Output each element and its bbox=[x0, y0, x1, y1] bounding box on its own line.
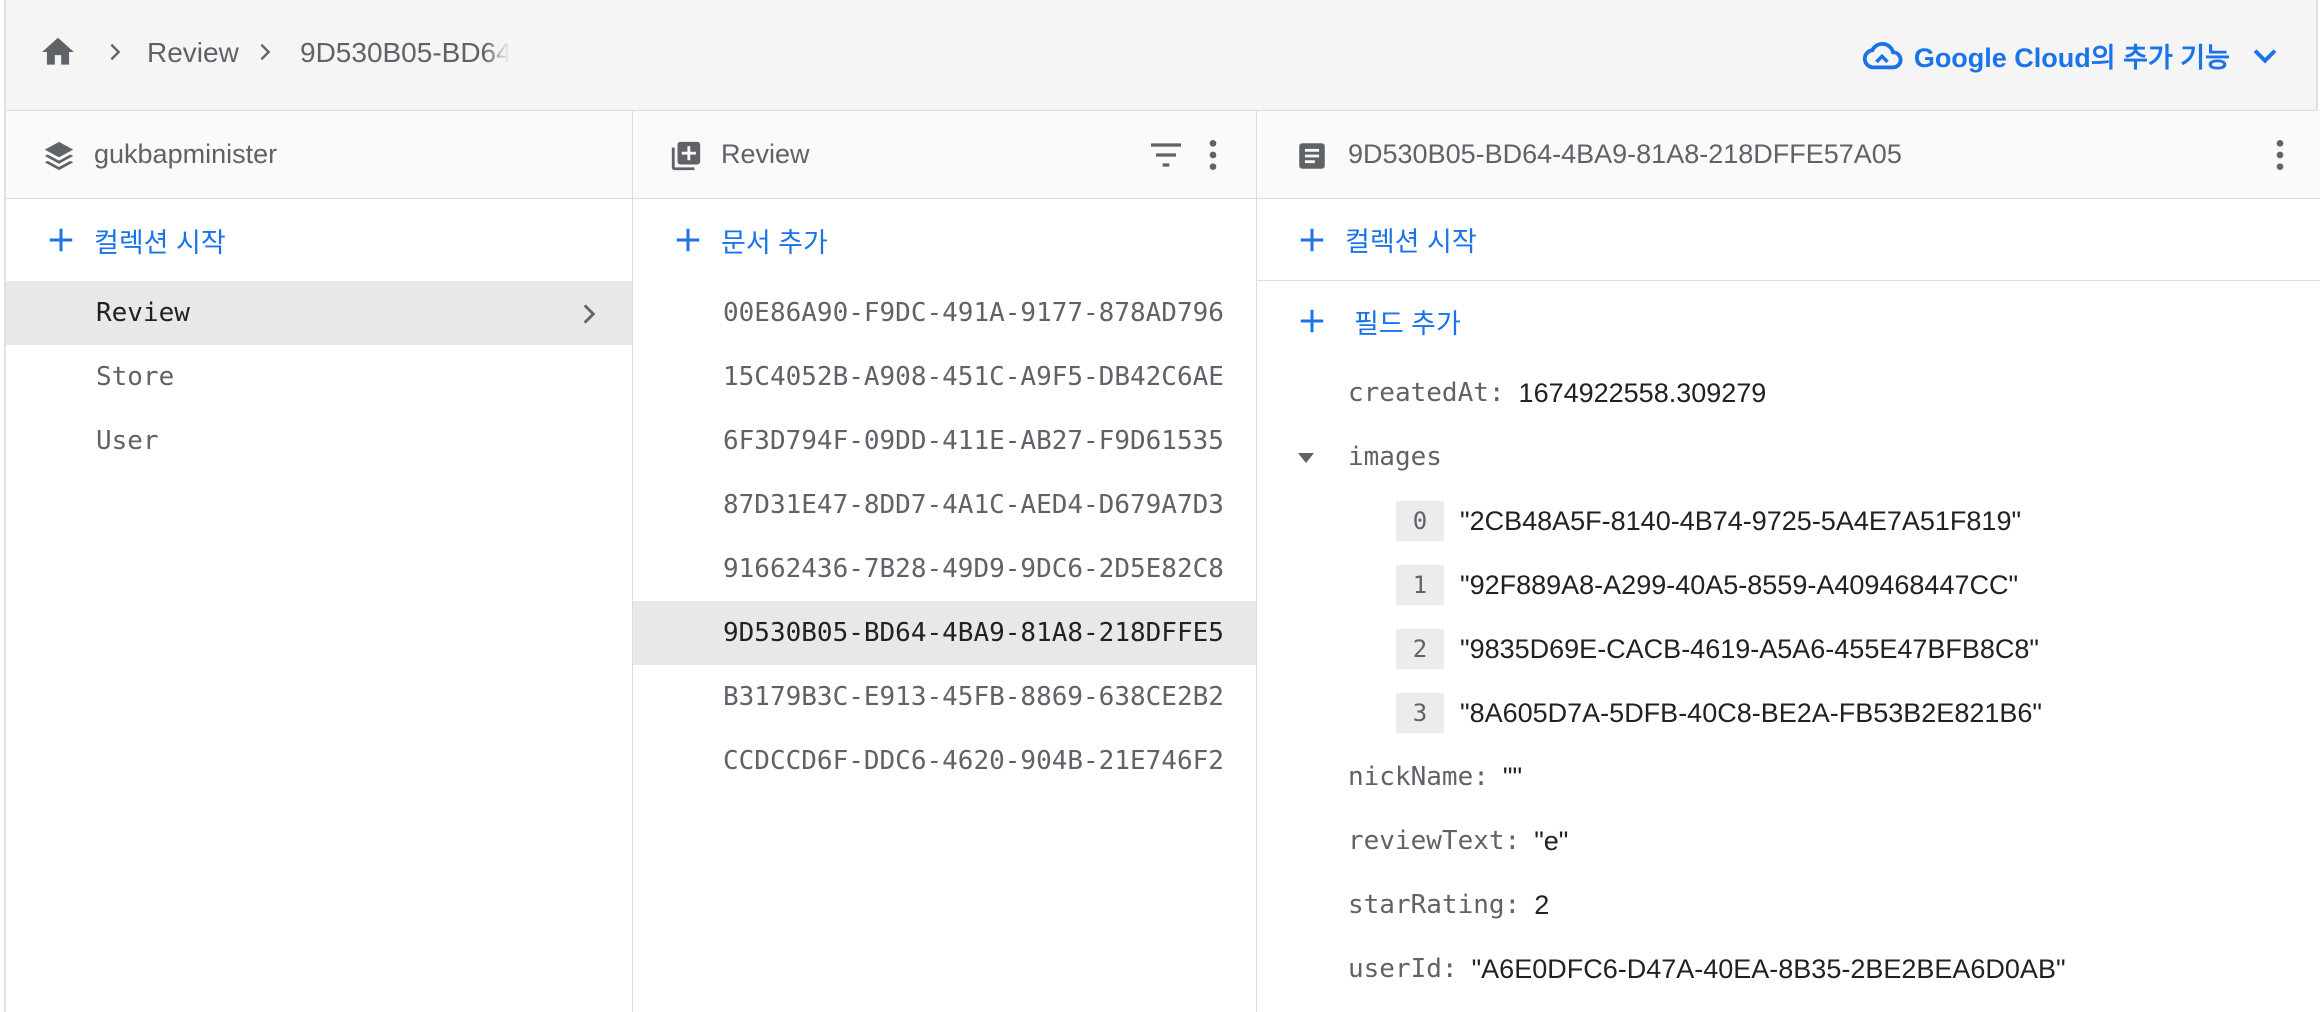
database-icon bbox=[44, 141, 74, 171]
array-value: "92F889A8-A299-40A5-8559-A409468447CC" bbox=[1460, 569, 2019, 600]
collection-icon bbox=[671, 141, 701, 171]
chevron-right-icon bbox=[260, 43, 271, 61]
field-key: createdAt: bbox=[1348, 378, 1505, 408]
field-key: starRating: bbox=[1348, 890, 1521, 920]
plus-icon bbox=[49, 228, 73, 252]
chevron-right-icon bbox=[583, 304, 596, 324]
start-subcollection-label: 컬렉션 시작 bbox=[1345, 227, 1477, 257]
cloud-icon bbox=[1862, 42, 1903, 70]
array-index: 0 bbox=[1396, 501, 1444, 541]
field-value: 1674922558.309279 bbox=[1518, 377, 1767, 408]
array-value: "8A605D7A-5DFB-40C8-BE2A-FB53B2E821B6" bbox=[1460, 697, 2042, 728]
google-cloud-extras-label: Google Cloud의 추가 기능 bbox=[1913, 42, 2230, 73]
field-row[interactable]: reviewText: "e" bbox=[1257, 809, 2320, 873]
document-id: CCDCCD6F-DDC6-4620-904B-21E746F2 bbox=[723, 746, 1224, 776]
array-index: 3 bbox=[1396, 693, 1444, 733]
document-item[interactable]: CCDCCD6F-DDC6-4620-904B-21E746F2 bbox=[633, 729, 1256, 793]
document-id: 9D530B05-BD64-4BA9-81A8-218DFFE5 bbox=[723, 618, 1224, 648]
plus-icon bbox=[1300, 309, 1324, 333]
document-item[interactable]: 9D530B05-BD64-4BA9-81A8-218DFFE5 bbox=[633, 601, 1256, 665]
chevron-down-icon bbox=[2253, 49, 2277, 64]
field-row[interactable]: images bbox=[1257, 425, 2320, 489]
document-item[interactable]: 87D31E47-8DD7-4A1C-AED4-D679A7D3 bbox=[633, 473, 1256, 537]
collection-item[interactable]: Store bbox=[6, 345, 632, 409]
plus-icon bbox=[1300, 228, 1324, 251]
home-icon[interactable] bbox=[38, 33, 78, 71]
document-icon bbox=[1299, 143, 1325, 169]
more-vert-icon[interactable] bbox=[2260, 135, 2300, 175]
panel-header: Review bbox=[633, 111, 1256, 199]
document-id: 91662436-7B28-49D9-9DC6-2D5E82C8 bbox=[723, 554, 1224, 584]
array-item-row[interactable]: 0 "2CB48A5F-8140-4B74-9725-5A4E7A51F819" bbox=[1257, 489, 2320, 553]
breadcrumb-collection[interactable]: Review bbox=[147, 37, 239, 69]
top-bar: Review 9D530B05-BD64-4BA9-81A8-218DFFE57… bbox=[6, 0, 2316, 111]
document-item[interactable]: 91662436-7B28-49D9-9DC6-2D5E82C8 bbox=[633, 537, 1256, 601]
document-id: 15C4052B-A908-451C-A9F5-DB42C6AE bbox=[723, 362, 1224, 392]
filter-icon[interactable] bbox=[1146, 135, 1186, 175]
array-item-row[interactable]: 2 "9835D69E-CACB-4619-A5A6-455E47BFB8C8" bbox=[1257, 617, 2320, 681]
breadcrumb-document[interactable]: 9D530B05-BD64-4BA9-81A8-218DFFE57A05 bbox=[300, 37, 510, 69]
add-document-button[interactable]: 문서 추가 bbox=[633, 199, 1256, 281]
field-key: images bbox=[1348, 442, 1442, 472]
google-cloud-extras-button[interactable]: Google Cloud의 추가 기능 bbox=[1860, 30, 2282, 80]
firestore-console: Review 9D530B05-BD64-4BA9-81A8-218DFFE57… bbox=[4, 0, 2320, 1012]
plus-icon bbox=[676, 228, 700, 252]
field-row[interactable]: createdAt: 1674922558.309279 bbox=[1257, 361, 2320, 425]
start-subcollection-button[interactable]: 컬렉션 시작 bbox=[1257, 199, 2320, 281]
array-index: 1 bbox=[1396, 565, 1444, 605]
field-row[interactable]: starRating: 2 bbox=[1257, 873, 2320, 937]
collection-name: Review bbox=[721, 139, 810, 169]
field-value: "A6E0DFC6-D47A-40EA-8B35-2BE2BEA6D0AB" bbox=[1471, 953, 2066, 984]
array-value: "9835D69E-CACB-4619-A5A6-455E47BFB8C8" bbox=[1460, 633, 2039, 664]
field-value: "e" bbox=[1534, 825, 1569, 856]
collection-item-label: Store bbox=[96, 362, 175, 392]
field-key: userId: bbox=[1348, 954, 1458, 984]
add-field-label: 필드 추가 bbox=[1354, 308, 1461, 339]
start-collection-label: 컬렉션 시작 bbox=[94, 227, 226, 258]
database-name: gukbapminister bbox=[94, 139, 278, 169]
add-field-button[interactable]: 필드 추가 bbox=[1257, 281, 2320, 361]
document-list: 00E86A90-F9DC-491A-9177-878AD796 15C4052… bbox=[633, 281, 1256, 793]
document-item[interactable]: 15C4052B-A908-451C-A9F5-DB42C6AE bbox=[633, 345, 1256, 409]
document-item[interactable]: 00E86A90-F9DC-491A-9177-878AD796 bbox=[633, 281, 1256, 345]
field-key: reviewText: bbox=[1348, 826, 1521, 856]
chevron-right-icon bbox=[110, 43, 121, 61]
collection-list: Review Store User bbox=[6, 281, 632, 473]
document-id: 6F3D794F-09DD-411E-AB27-F9D61535 bbox=[723, 426, 1224, 456]
root-collections-panel: gukbapminister 컬렉션 시작 Review Store User bbox=[6, 111, 633, 1012]
field-row[interactable]: nickName: "" bbox=[1257, 745, 2320, 809]
array-item-row[interactable]: 3 "8A605D7A-5DFB-40C8-BE2A-FB53B2E821B6" bbox=[1257, 681, 2320, 745]
document-id: 00E86A90-F9DC-491A-9177-878AD796 bbox=[723, 298, 1224, 328]
panel-header: 9D530B05-BD64-4BA9-81A8-218DFFE57A05 bbox=[1257, 111, 2320, 199]
field-list: createdAt: 1674922558.309279 images 0 "2… bbox=[1257, 361, 2320, 1001]
document-id: B3179B3C-E913-45FB-8869-638CE2B2 bbox=[723, 682, 1224, 712]
start-collection-button[interactable]: 컬렉션 시작 bbox=[6, 199, 632, 281]
panel-header: gukbapminister bbox=[6, 111, 632, 199]
document-title: 9D530B05-BD64-4BA9-81A8-218DFFE57A05 bbox=[1348, 139, 1902, 169]
field-key: nickName: bbox=[1348, 762, 1489, 792]
field-row[interactable]: userId: "A6E0DFC6-D47A-40EA-8B35-2BE2BEA… bbox=[1257, 937, 2320, 1001]
collection-item[interactable]: User bbox=[6, 409, 632, 473]
more-vert-icon[interactable] bbox=[1193, 135, 1233, 175]
document-panel: 9D530B05-BD64-4BA9-81A8-218DFFE57A05 컬렉션… bbox=[1257, 111, 2320, 1012]
array-index: 2 bbox=[1396, 629, 1444, 669]
field-value: 2 bbox=[1534, 889, 1550, 920]
document-item[interactable]: 6F3D794F-09DD-411E-AB27-F9D61535 bbox=[633, 409, 1256, 473]
document-item[interactable]: B3179B3C-E913-45FB-8869-638CE2B2 bbox=[633, 665, 1256, 729]
field-value: "" bbox=[1502, 761, 1523, 792]
collection-item[interactable]: Review bbox=[6, 281, 632, 345]
array-value: "2CB48A5F-8140-4B74-9725-5A4E7A51F819" bbox=[1460, 505, 2022, 536]
collection-item-label: Review bbox=[96, 298, 190, 328]
add-document-label: 문서 추가 bbox=[721, 227, 828, 258]
documents-panel: Review 문서 추가 00E86A90-F9DC-491A-9177-878… bbox=[633, 111, 1257, 1012]
caret-down-icon[interactable] bbox=[1294, 449, 1318, 467]
collection-item-label: User bbox=[96, 426, 159, 456]
array-item-row[interactable]: 1 "92F889A8-A299-40A5-8559-A409468447CC" bbox=[1257, 553, 2320, 617]
document-id: 87D31E47-8DD7-4A1C-AED4-D679A7D3 bbox=[723, 490, 1224, 520]
